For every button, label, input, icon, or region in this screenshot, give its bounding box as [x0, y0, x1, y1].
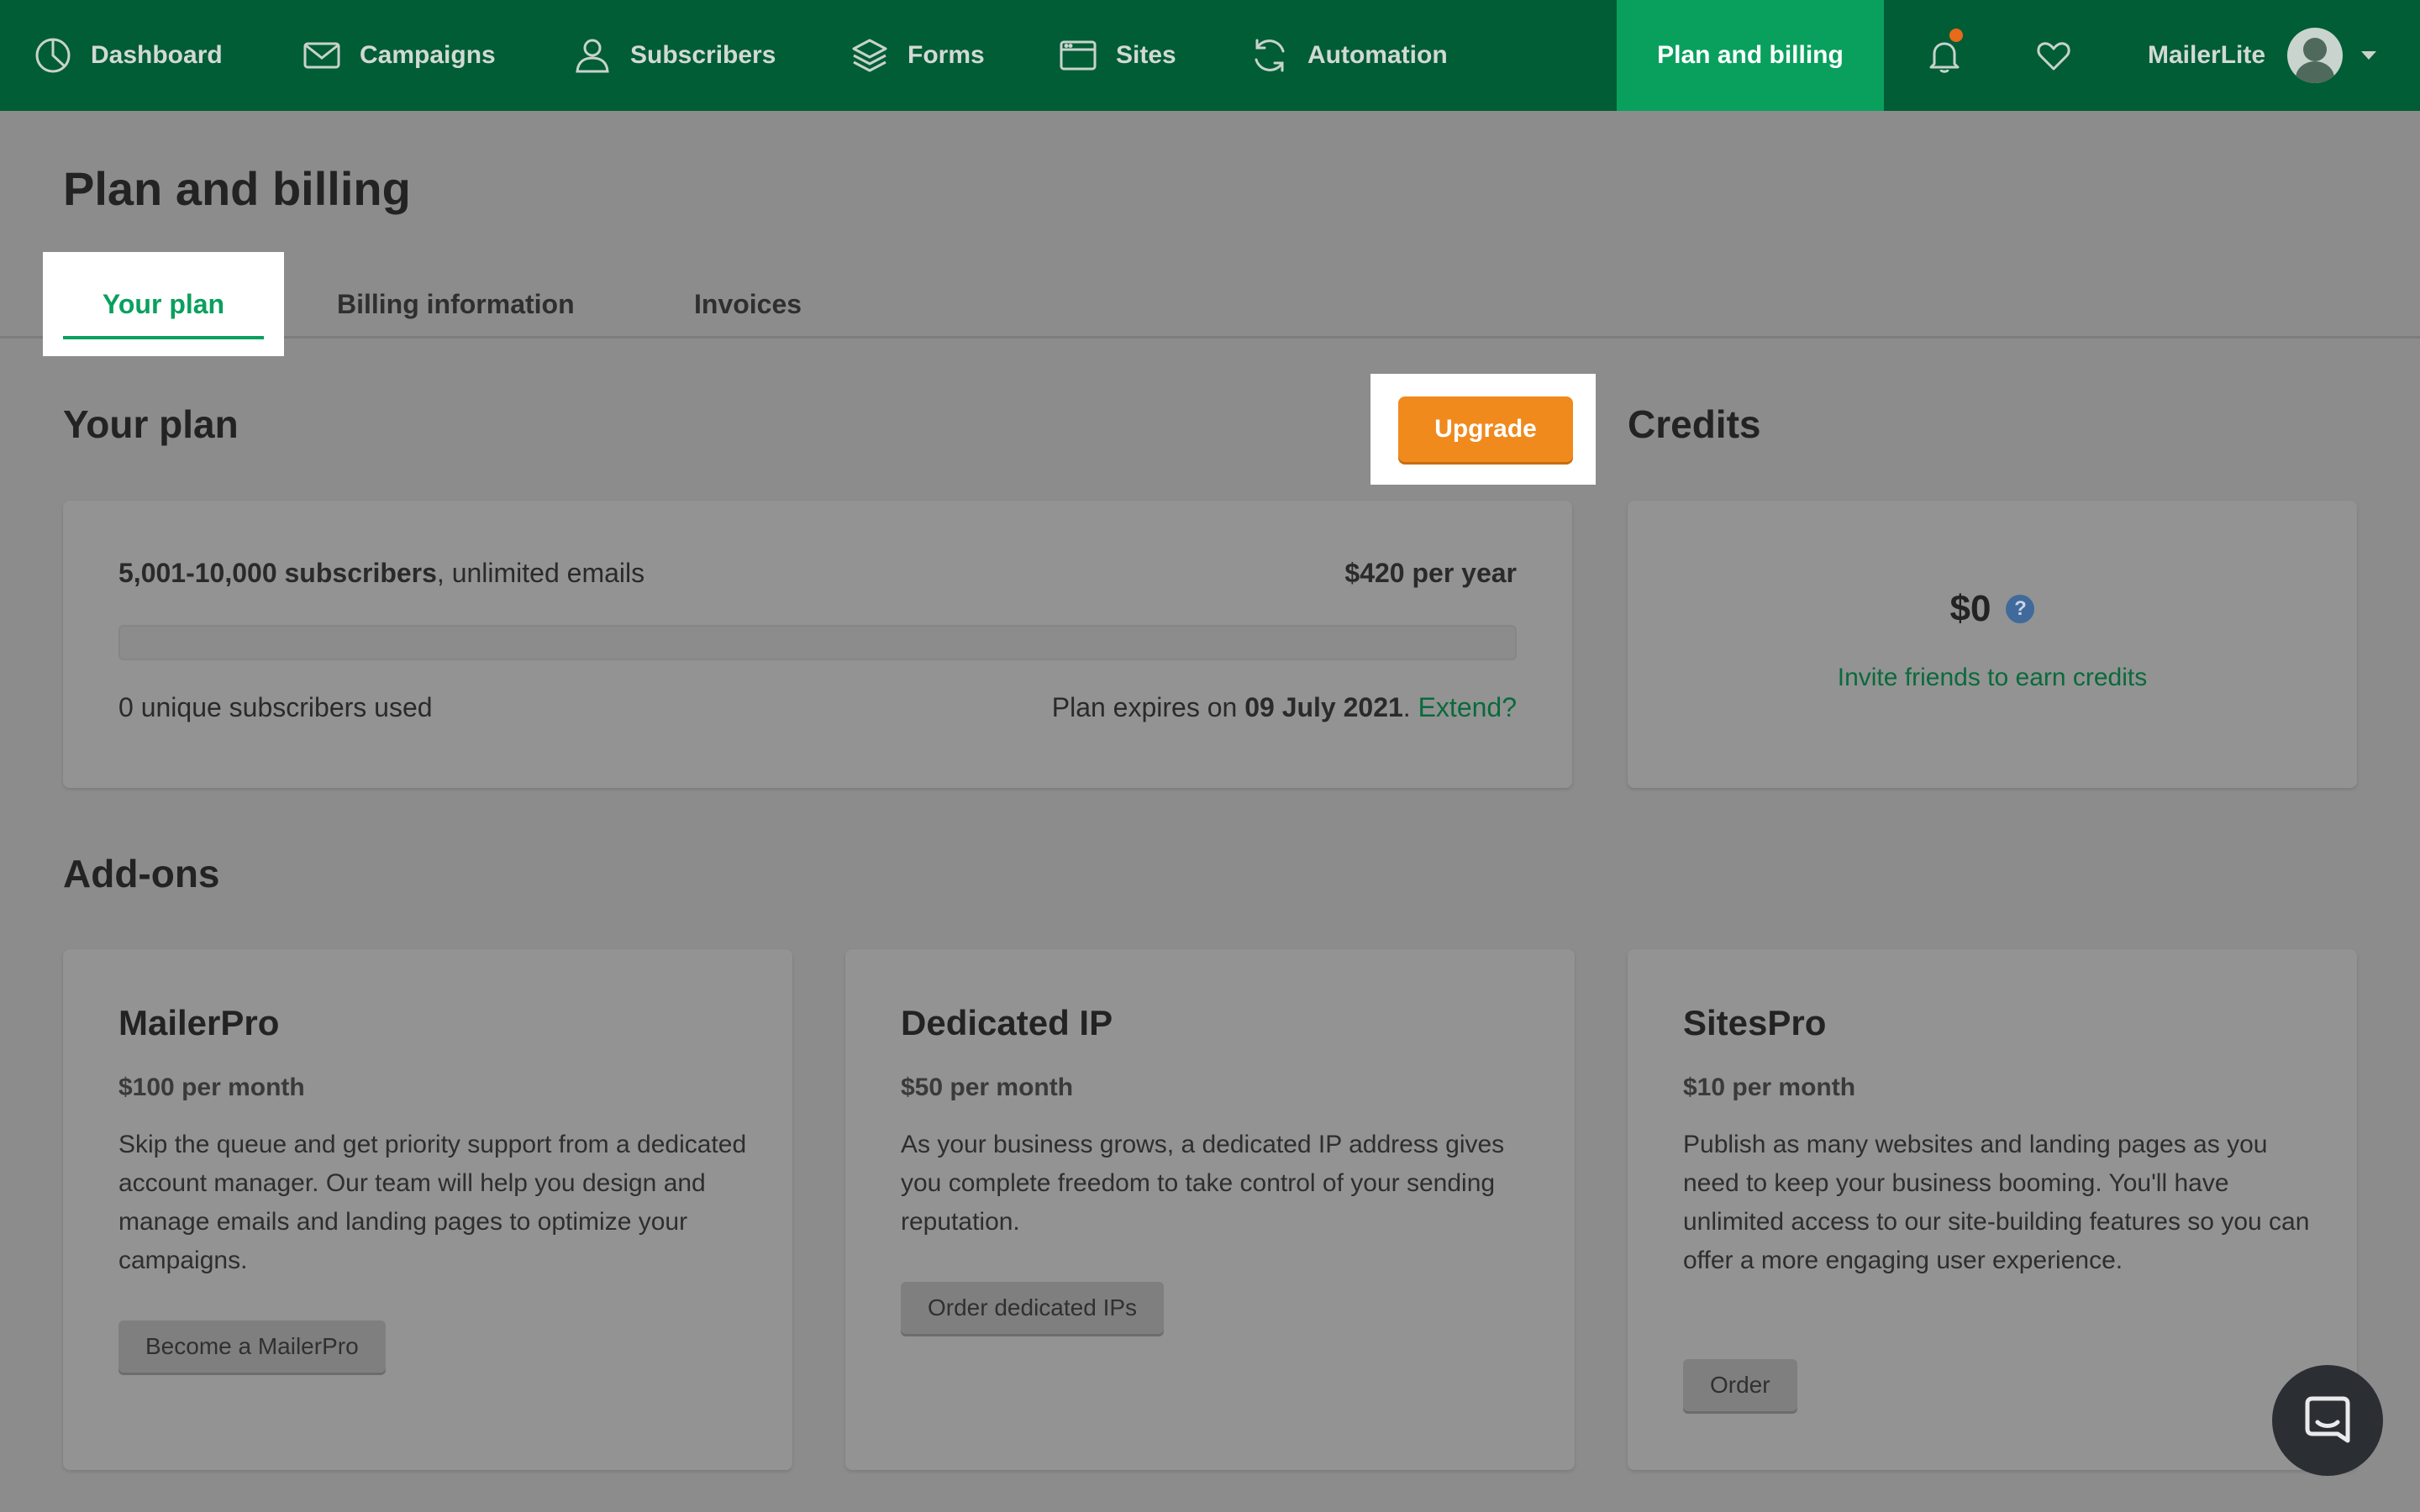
nav-item-label: Forms [908, 41, 985, 69]
browser-window-icon [1060, 40, 1097, 71]
usage-progress-bar [118, 625, 1517, 660]
become-mailerpro-button[interactable]: Become a MailerPro [118, 1320, 386, 1373]
your-plan-heading: Your plan [63, 402, 239, 446]
help-icon[interactable]: ? [2006, 595, 2035, 623]
addon-description: Skip the queue and get priority support … [118, 1131, 747, 1274]
nav-item-label: Sites [1116, 41, 1176, 69]
tab-label: Your plan [102, 288, 225, 319]
chat-icon [2305, 1396, 2350, 1443]
addon-card-mailerpro: MailerPro $100 per month Skip the queue … [63, 949, 792, 1470]
credits-amount: $0 [1949, 588, 1991, 629]
tab-your-plan[interactable]: Your plan [43, 252, 284, 356]
addon-title: SitesPro [1683, 1003, 1827, 1042]
nav-item-automation[interactable]: Automation [1250, 0, 1448, 111]
nav-item-label: Subscribers [630, 41, 776, 69]
nav-item-forms[interactable]: Forms [850, 0, 985, 111]
nav-item-campaigns[interactable]: Campaigns [302, 0, 496, 111]
expiry-date: 09 July 2021 [1244, 692, 1403, 722]
addon-price: $100 per month [118, 1074, 305, 1101]
order-sitespro-button[interactable]: Order [1683, 1359, 1797, 1411]
account-name: MailerLite [2148, 41, 2266, 69]
refresh-icon [1255, 39, 1285, 72]
emails-text: , unlimited emails [436, 558, 645, 588]
extend-link[interactable]: Extend? [1418, 692, 1517, 722]
addons-heading: Add-ons [63, 852, 220, 895]
nav-item-label: Campaigns [360, 41, 496, 69]
order-dedicated-ips-button[interactable]: Order dedicated IPs [901, 1282, 1165, 1334]
addon-card-sitespro: SitesPro $10 per month Publish as many w… [1628, 949, 2357, 1470]
user-icon [576, 39, 609, 73]
addon-price: $50 per month [901, 1074, 1074, 1101]
tab-label: Invoices [694, 288, 802, 319]
plan-card: 5,001-10,000 subscribers, unlimited emai… [63, 501, 1572, 788]
credits-heading: Credits [1628, 402, 1761, 446]
credits-amount-row: $0 ? [1628, 588, 2357, 630]
usage-text: 0 unique subscribers used [118, 692, 433, 722]
heart-icon [2037, 42, 2070, 71]
credits-card: $0 ? Invite friends to earn credits [1628, 501, 2357, 788]
chat-launcher-button[interactable] [2272, 1365, 2383, 1476]
layers-icon [852, 39, 887, 72]
expiry-suffix: . [1402, 692, 1418, 722]
top-navigation-bar: Dashboard Campaigns Subscribers Forms Si… [0, 0, 2420, 111]
tab-label: Billing information [337, 288, 575, 319]
nav-item-sites[interactable]: Sites [1059, 0, 1176, 111]
tab-billing-information[interactable]: Billing information [337, 252, 575, 356]
page-title: Plan and billing [63, 162, 411, 215]
addon-title: MailerPro [118, 1003, 280, 1042]
nav-item-dashboard[interactable]: Dashboard [34, 0, 223, 111]
envelope-icon [303, 42, 340, 69]
active-tab-indicator [63, 336, 264, 339]
addon-price: $10 per month [1683, 1074, 1856, 1101]
nav-item-plan-and-billing[interactable]: Plan and billing [1617, 0, 1884, 111]
dashboard-icon [35, 38, 71, 73]
addon-description: As your business grows, a dedicated IP a… [901, 1131, 1505, 1236]
nav-item-label: Dashboard [91, 41, 223, 69]
account-menu[interactable]: MailerLite [2148, 0, 2377, 111]
upgrade-button[interactable]: Upgrade [1398, 396, 1573, 462]
addon-card-dedicated-ip: Dedicated IP $50 per month As your busin… [845, 949, 1575, 1470]
plan-description: 5,001-10,000 subscribers, unlimited emai… [118, 558, 644, 589]
avatar [2287, 28, 2344, 83]
subscribers-range: 5,001-10,000 subscribers [118, 558, 437, 588]
favorites-button[interactable] [2020, 0, 2087, 111]
nav-item-label: Automation [1307, 41, 1448, 69]
notifications-button[interactable] [1911, 0, 1978, 111]
plan-price: $420 per year [1344, 558, 1517, 588]
plan-expiry: Plan expires on 09 July 2021. Extend? [1052, 692, 1517, 723]
addon-description: Publish as many websites and landing pag… [1683, 1131, 2310, 1274]
invite-friends-link[interactable]: Invite friends to earn credits [1628, 664, 2357, 692]
addon-title: Dedicated IP [901, 1003, 1113, 1042]
tab-invoices[interactable]: Invoices [694, 252, 802, 356]
bell-icon [1929, 42, 1960, 73]
notification-dot [1949, 29, 1963, 42]
expiry-prefix: Plan expires on [1051, 692, 1245, 722]
nav-item-subscribers[interactable]: Subscribers [573, 0, 776, 111]
chevron-down-icon [2361, 51, 2377, 60]
